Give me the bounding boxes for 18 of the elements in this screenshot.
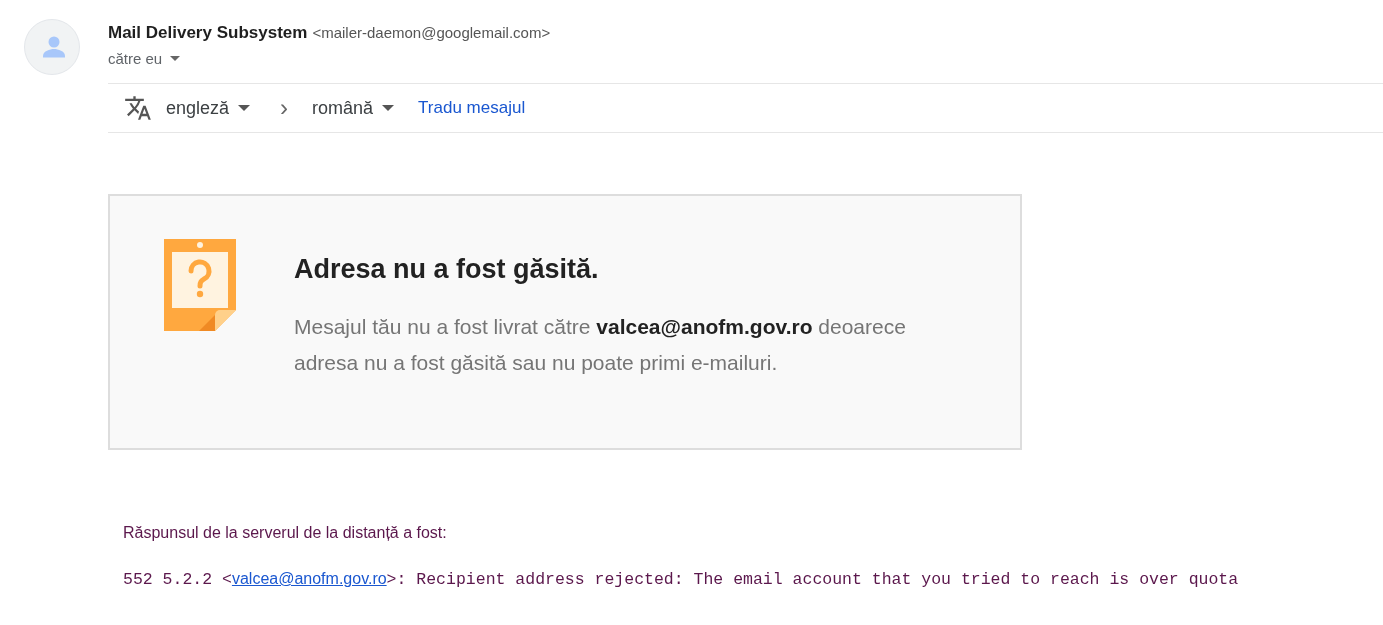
sender-name: Mail Delivery Subsystem (108, 23, 308, 43)
email-link[interactable]: valcea@anofm.gov.ro (231, 570, 387, 587)
caret-icon (382, 105, 395, 111)
server-response: 552 5.2.2 <valcea@anofm.gov.ro>: Recipient address rejected: The email account that you tried to reach is over quota (123, 570, 1240, 589)
translate-link[interactable]: Tradu mesajul (418, 98, 526, 118)
notice-title: Adresa nu a fost găsită. (294, 254, 600, 285)
source-language-dropdown[interactable]: engleză (166, 97, 251, 119)
notice-message: Mesajul tău nu a fost livrat către valcea@anofm.gov.ro deoarece adresa nu a fost găsită sau nu poate primi e-mailuri. (294, 314, 907, 376)
caret-icon (170, 56, 181, 61)
sender-address: <mailer-daemon@googlemail.com> (312, 24, 551, 41)
response-label: Răspunsul de la serverul de la distanță a fost: (123, 524, 448, 542)
recipient-dropdown[interactable]: către eu (108, 50, 181, 67)
caret-icon (238, 105, 251, 111)
arrow-separator: › (280, 94, 289, 122)
avatar-icon (24, 19, 80, 75)
target-language-dropdown[interactable]: română (312, 97, 395, 119)
question-note-icon (164, 239, 236, 331)
translate-icon (123, 94, 153, 122)
